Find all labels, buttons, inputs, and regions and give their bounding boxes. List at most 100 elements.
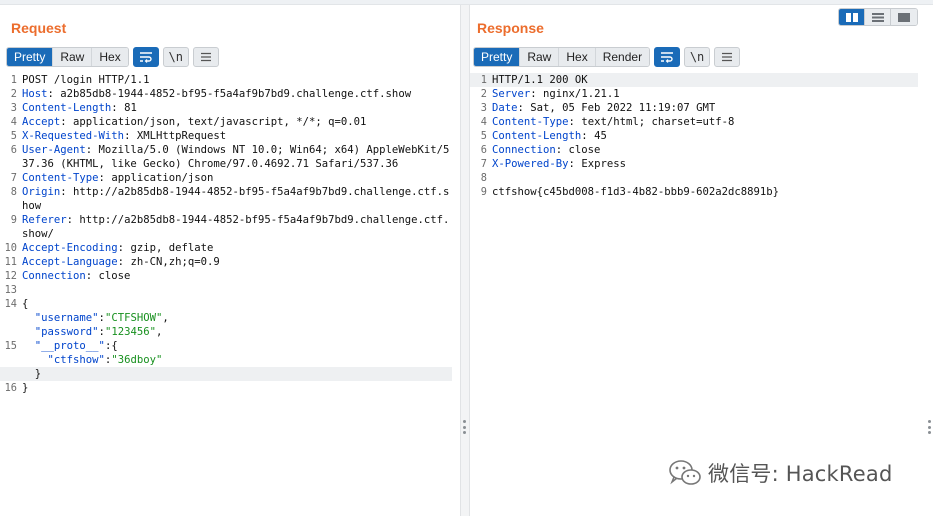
response-editor[interactable]: 1 HTTP/1.1 200 OK 2 Server: nginx/1.21.1 3 Da… <box>470 73 933 199</box>
json-string-value: "123456" <box>104 326 156 338</box>
line-content: Date: Sat, 05 Feb 2022 11:19:07 GMT <box>490 101 933 115</box>
request-menu-button[interactable] <box>192 47 219 67</box>
line-number: 9 <box>10 214 17 226</box>
header-value: XMLHttpRequest <box>136 130 227 142</box>
header-colon: : <box>85 270 99 282</box>
request-line: 2 Host: a2b85db8-1944-4852-bf95-f5a4af9b7… <box>0 87 460 101</box>
request-line: 5 X-Requested-With: XMLHttpRequest <box>0 129 460 143</box>
line-number: 1 <box>480 74 487 86</box>
line-number: 13 <box>4 284 17 296</box>
response-menu-button[interactable] <box>714 47 741 67</box>
header-value: application/json <box>111 172 214 184</box>
header-name: Server <box>492 88 531 100</box>
line-number: 8 <box>480 172 487 184</box>
line-content: Connection: close <box>20 269 451 283</box>
line-content: Server: nginx/1.21.1 <box>490 87 933 101</box>
header-name: Content-Length <box>22 102 112 114</box>
response-line: 9 ctfshow{c45bd008-f1d3-4b82-bbb9-602a2dc… <box>470 185 933 199</box>
line-content: User-Agent: Mozilla/5.0 (Windows NT 10.0… <box>20 143 451 171</box>
line-number: 14 <box>4 298 17 310</box>
line-number: 7 <box>480 158 487 170</box>
line-number: 1 <box>10 74 17 86</box>
response-tab-render[interactable]: Render <box>595 48 650 66</box>
request-line: 6 User-Agent: Mozilla/5.0 (Windows NT 10.… <box>0 143 460 171</box>
line-number: 3 <box>10 102 17 114</box>
line-content: Accept: application/json, text/javascrip… <box>20 115 451 129</box>
response-pane: Response Pretty Raw Hex Render \n 1 HTTP/… <box>470 5 933 516</box>
line-text: } <box>22 382 29 394</box>
request-line: 9 Referer: http://a2b85db8-1944-4852-bf95… <box>0 213 460 241</box>
request-newline-button[interactable]: \n <box>162 47 189 67</box>
response-line: 5 Content-Length: 45 <box>470 129 933 143</box>
request-line: } <box>0 367 452 381</box>
header-name: X-Powered-By <box>492 158 569 170</box>
header-value: http://a2b85db8-1944-4852-bf95-f5a4af9b7… <box>22 186 450 212</box>
header-value: close <box>568 144 601 156</box>
line-content: "__proto__":{ <box>20 339 451 353</box>
line-number: 4 <box>480 116 487 128</box>
line-content: "username":"CTFSHOW", <box>20 311 451 325</box>
json-punctuation: , <box>162 312 169 324</box>
json-string-value: "36dboy" <box>111 354 163 366</box>
response-newline-button[interactable]: \n <box>684 47 711 67</box>
json-key: "ctfshow" <box>47 354 105 366</box>
header-value: gzip, deflate <box>130 242 214 254</box>
line-number <box>0 325 20 339</box>
header-name: Accept <box>22 116 61 128</box>
response-title: Response <box>477 20 544 36</box>
response-line: 4 Content-Type: text/html; charset=utf-8 <box>470 115 933 129</box>
request-line: 8 Origin: http://a2b85db8-1944-4852-bf95-… <box>0 185 460 213</box>
request-line: "password":"123456", <box>0 325 460 339</box>
request-word-wrap-button[interactable] <box>132 47 159 67</box>
response-line: 8 <box>470 171 933 185</box>
header-name: Date <box>492 102 518 114</box>
request-line: "username":"CTFSHOW", <box>0 311 460 325</box>
line-content: Content-Type: text/html; charset=utf-8 <box>490 115 933 129</box>
header-colon: : <box>98 172 112 184</box>
line-content: X-Powered-By: Express <box>490 157 933 171</box>
header-name: Referer <box>22 214 67 226</box>
pane-divider[interactable] <box>460 5 470 516</box>
response-drag-handle[interactable] <box>927 420 931 434</box>
request-line: 14 { <box>0 297 460 311</box>
line-content: Content-Length: 81 <box>20 101 451 115</box>
line-number: 15 <box>4 340 17 352</box>
response-word-wrap-button[interactable] <box>654 47 681 67</box>
request-drag-handle[interactable] <box>462 420 466 434</box>
line-text: { <box>22 298 29 310</box>
header-colon: : <box>117 242 131 254</box>
response-toolbar: Pretty Raw Hex Render \n <box>473 47 741 67</box>
request-toolbar: Pretty Raw Hex \n <box>6 47 219 67</box>
header-colon: : <box>85 144 99 156</box>
header-colon: : <box>581 130 595 142</box>
request-line: 7 Content-Type: application/json <box>0 171 460 185</box>
response-tab-pretty[interactable]: Pretty <box>474 48 521 66</box>
header-name: Content-Type <box>22 172 99 184</box>
line-number: 11 <box>4 256 17 268</box>
header-value: http://a2b85db8-1944-4852-bf95-f5a4af9b7… <box>22 214 450 240</box>
json-key: "password" <box>34 326 99 338</box>
header-name: Origin <box>22 186 61 198</box>
header-name: Accept-Encoding <box>22 242 118 254</box>
request-editor[interactable]: 1 POST /login HTTP/1.1 2 Host: a2b85db8-194… <box>0 73 460 395</box>
request-tab-hex[interactable]: Hex <box>92 48 128 66</box>
line-content: Connection: close <box>490 143 933 157</box>
header-value: Express <box>581 158 626 170</box>
line-number: 7 <box>10 172 17 184</box>
response-tab-hex[interactable]: Hex <box>559 48 596 66</box>
header-colon: : <box>111 102 125 114</box>
response-line: 1 HTTP/1.1 200 OK <box>470 73 918 87</box>
line-content <box>490 171 933 185</box>
header-value: a2b85db8-1944-4852-bf95-f5a4af9b7bd9.cha… <box>60 88 412 100</box>
line-number: 16 <box>4 382 17 394</box>
header-value: zh-CN,zh;q=0.9 <box>130 256 220 268</box>
request-tab-raw[interactable]: Raw <box>53 48 93 66</box>
request-line: 11 Accept-Language: zh-CN,zh;q=0.9 <box>0 255 460 269</box>
line-content: Referer: http://a2b85db8-1944-4852-bf95-… <box>20 213 451 241</box>
request-tab-pretty[interactable]: Pretty <box>7 48 54 66</box>
header-colon: : <box>47 88 61 100</box>
response-tab-raw[interactable]: Raw <box>520 48 560 66</box>
header-colon: : <box>568 158 582 170</box>
watermark-text: 微信号: HackRead <box>708 462 893 486</box>
